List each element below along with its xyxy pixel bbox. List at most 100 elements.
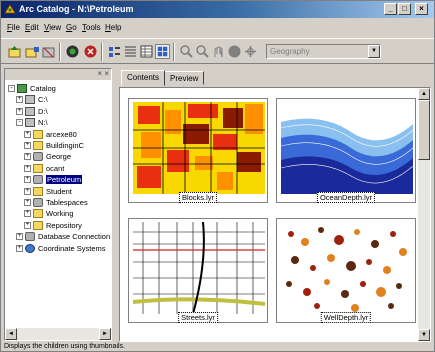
close-button[interactable]: × xyxy=(415,3,428,15)
toolbar-separator xyxy=(101,43,103,61)
well-point xyxy=(341,290,349,298)
blocks-map-preview xyxy=(133,102,265,194)
expand-icon[interactable]: + xyxy=(24,130,31,138)
well-point xyxy=(291,256,299,264)
menu-edit-label: dit xyxy=(30,23,39,32)
scroll-right-icon[interactable]: ► xyxy=(99,328,111,340)
thumbnail-caption: WellDepth.lyr xyxy=(320,312,372,323)
expand-icon[interactable]: + xyxy=(16,107,23,115)
details-icon[interactable] xyxy=(139,44,154,59)
menu-file[interactable]: File xyxy=(7,23,20,32)
well-point xyxy=(314,303,320,309)
preview-type-combo[interactable]: Geography ▼ xyxy=(266,44,381,59)
tree-panel-close-icon[interactable]: × × xyxy=(97,69,109,78)
database-icon xyxy=(33,152,43,162)
ocean-depth-preview xyxy=(281,102,413,194)
tree-horizontal-scrollbar[interactable]: ◄ ► xyxy=(5,328,111,340)
tab-contents[interactable]: Contents xyxy=(121,70,166,86)
well-point xyxy=(390,231,396,237)
well-point xyxy=(327,254,335,262)
standard-toolbar: Geography ▼ xyxy=(1,38,434,64)
copy-icon[interactable] xyxy=(65,44,80,59)
well-point xyxy=(286,281,292,287)
well-point xyxy=(388,303,394,309)
blocks-parcel xyxy=(167,150,189,172)
large-icons-icon[interactable] xyxy=(107,44,122,59)
expand-icon[interactable]: + xyxy=(16,96,23,104)
contents-vertical-scrollbar[interactable]: ▲ ▼ xyxy=(418,88,430,341)
menu-go-label: o xyxy=(72,23,77,32)
database-icon xyxy=(25,232,35,242)
identify-icon[interactable] xyxy=(243,44,258,59)
tree-item-label: Database Connection xyxy=(38,232,111,242)
blocks-parcel xyxy=(217,172,233,190)
folder-icon xyxy=(33,209,43,219)
expand-icon[interactable]: + xyxy=(16,233,23,241)
zoom-in-icon[interactable] xyxy=(179,44,194,59)
full-extent-icon[interactable] xyxy=(227,44,242,59)
thumbnail-ocean-depth[interactable]: OceanDepth.lyr xyxy=(276,98,416,203)
well-point xyxy=(334,235,344,245)
scroll-left-icon[interactable]: ◄ xyxy=(5,328,17,340)
globe-icon xyxy=(25,243,35,253)
thumbnail-blocks[interactable]: Blocks.lyr xyxy=(128,98,268,203)
blocks-parcel xyxy=(188,104,218,118)
collapse-icon[interactable]: - xyxy=(16,119,23,127)
tree-item-label: Tablespaces xyxy=(46,198,88,207)
menu-view-label: iew xyxy=(49,23,62,32)
thumbnails-icon[interactable] xyxy=(155,44,170,59)
expand-icon[interactable]: + xyxy=(24,142,31,149)
expand-icon[interactable]: + xyxy=(24,153,31,161)
folder-icon xyxy=(33,186,43,196)
combo-arrow-icon[interactable]: ▼ xyxy=(368,45,380,58)
connect-folder-icon[interactable] xyxy=(25,44,40,59)
menu-view[interactable]: View xyxy=(44,23,61,32)
menu-edit[interactable]: Edit xyxy=(25,23,39,32)
up-one-level-icon[interactable] xyxy=(7,44,22,59)
disconnect-folder-icon[interactable] xyxy=(41,44,56,59)
tab-preview[interactable]: Preview xyxy=(164,71,205,85)
blocks-parcel xyxy=(137,166,161,188)
title-bar[interactable]: Arc Catalog - N:\Petroleum _ □ × xyxy=(1,1,434,18)
scroll-thumb[interactable] xyxy=(418,100,430,160)
expand-icon[interactable]: + xyxy=(24,199,31,206)
expand-icon[interactable]: + xyxy=(24,176,31,184)
menu-tools[interactable]: Tools xyxy=(82,23,101,32)
minimize-button[interactable]: _ xyxy=(384,3,397,15)
drive-icon xyxy=(25,95,35,105)
expand-icon[interactable]: + xyxy=(24,164,31,172)
arccatalog-app-icon xyxy=(4,4,16,14)
database-icon xyxy=(33,175,43,185)
expand-icon[interactable]: + xyxy=(16,244,23,252)
expand-icon[interactable]: + xyxy=(24,210,31,218)
tree-item-label: Working xyxy=(46,209,74,219)
menu-go[interactable]: Go xyxy=(66,23,77,32)
pan-icon[interactable] xyxy=(211,44,226,59)
well-point xyxy=(366,259,372,265)
collapse-icon[interactable]: - xyxy=(8,85,15,92)
maximize-button[interactable]: □ xyxy=(398,3,411,15)
tree-item-label: Repository xyxy=(46,220,82,230)
blocks-parcel xyxy=(237,152,261,172)
thumbnail-streets[interactable]: Streets.lyr xyxy=(128,218,268,323)
expand-icon[interactable]: + xyxy=(24,221,31,229)
status-bar: Displays the children using thumbnails. xyxy=(4,343,126,350)
thumbnail-well-depth[interactable]: WellDepth.lyr xyxy=(276,218,416,323)
arccatalog-window: Arc Catalog - N:\Petroleum _ □ × File Ed… xyxy=(0,0,435,352)
well-point xyxy=(376,287,386,297)
zoom-out-icon[interactable] xyxy=(195,44,210,59)
menu-help-label: elp xyxy=(110,23,122,32)
well-point xyxy=(288,231,294,237)
tree-item-label: N:\ xyxy=(38,118,48,128)
menu-help[interactable]: Help xyxy=(105,23,121,32)
scroll-down-icon[interactable]: ▼ xyxy=(418,329,430,341)
scroll-up-icon[interactable]: ▲ xyxy=(418,88,430,100)
list-icon[interactable] xyxy=(123,44,138,59)
catalog-tree-panel: × × - Catalog + C:\ + D:\ - N:\ + arcexe80 + Buildi… xyxy=(4,68,112,341)
folder-icon xyxy=(33,129,43,139)
tree-item-label: Catalog xyxy=(30,84,56,93)
expand-icon[interactable]: + xyxy=(24,187,31,195)
delete-icon[interactable] xyxy=(83,44,98,59)
thumbnail-caption: Streets.lyr xyxy=(178,312,218,323)
tree-item-label: D:\ xyxy=(38,106,48,116)
